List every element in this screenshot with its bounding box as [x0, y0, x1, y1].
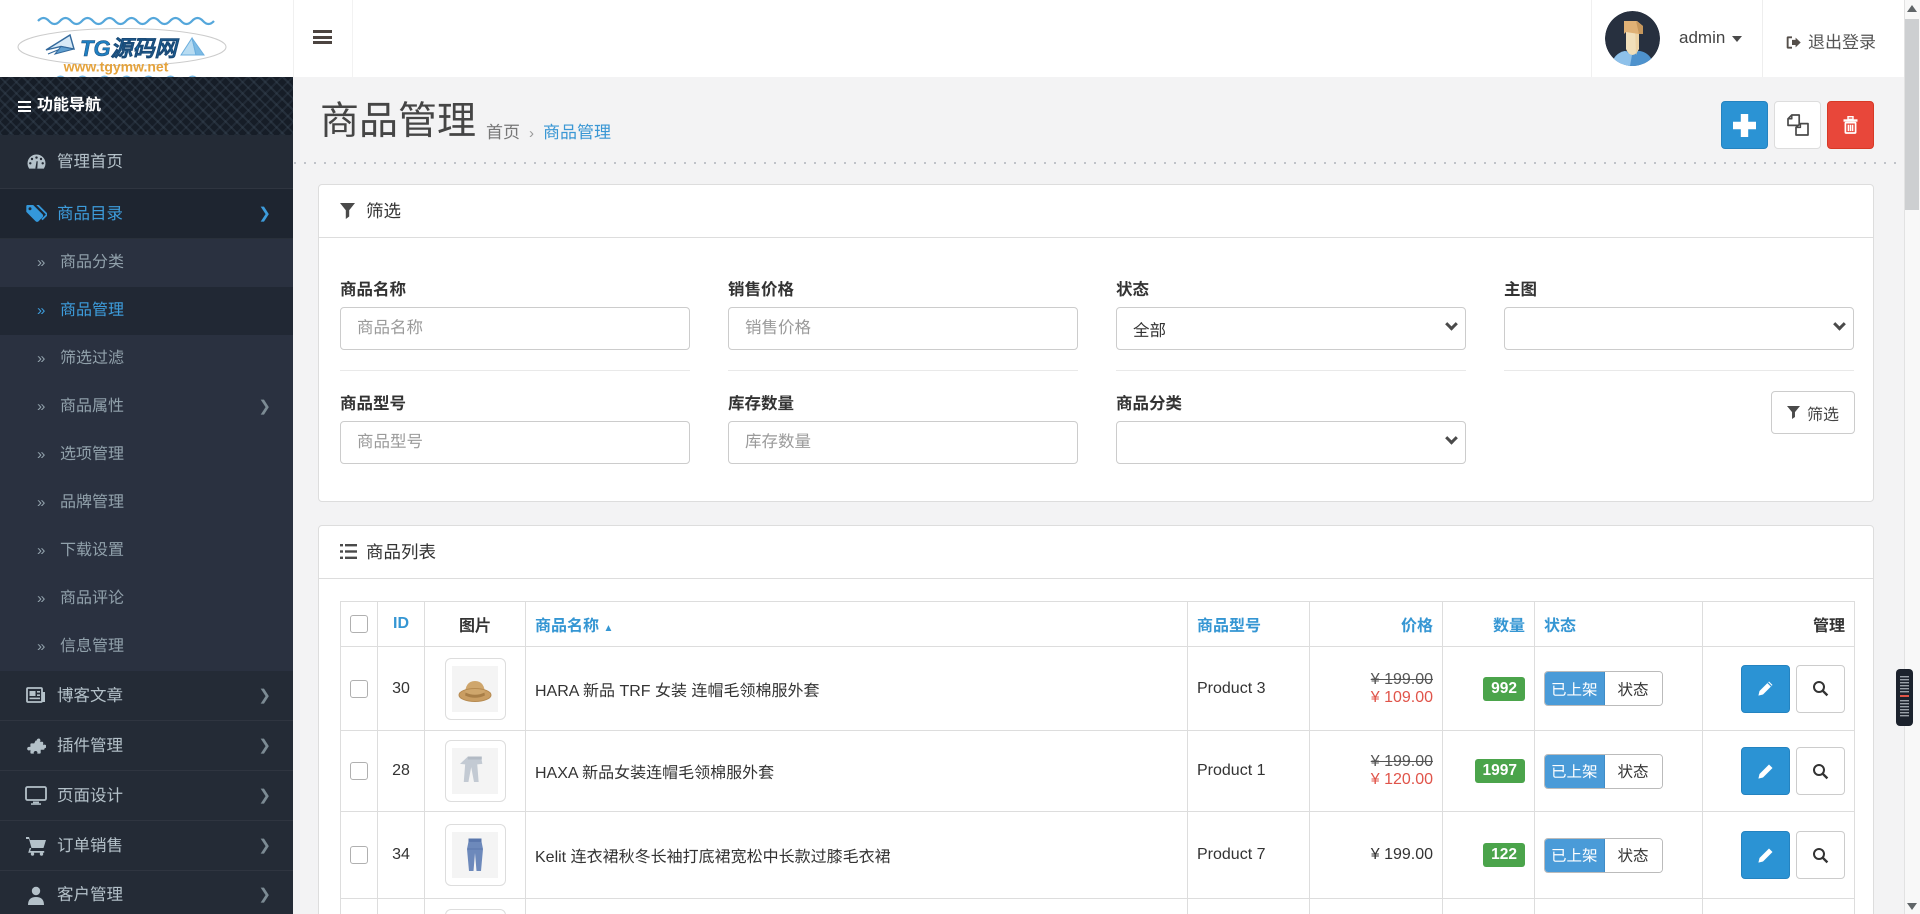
svg-text:www.tgymw.net: www.tgymw.net	[63, 59, 169, 75]
svg-text:TG源码网: TG源码网	[80, 36, 180, 61]
